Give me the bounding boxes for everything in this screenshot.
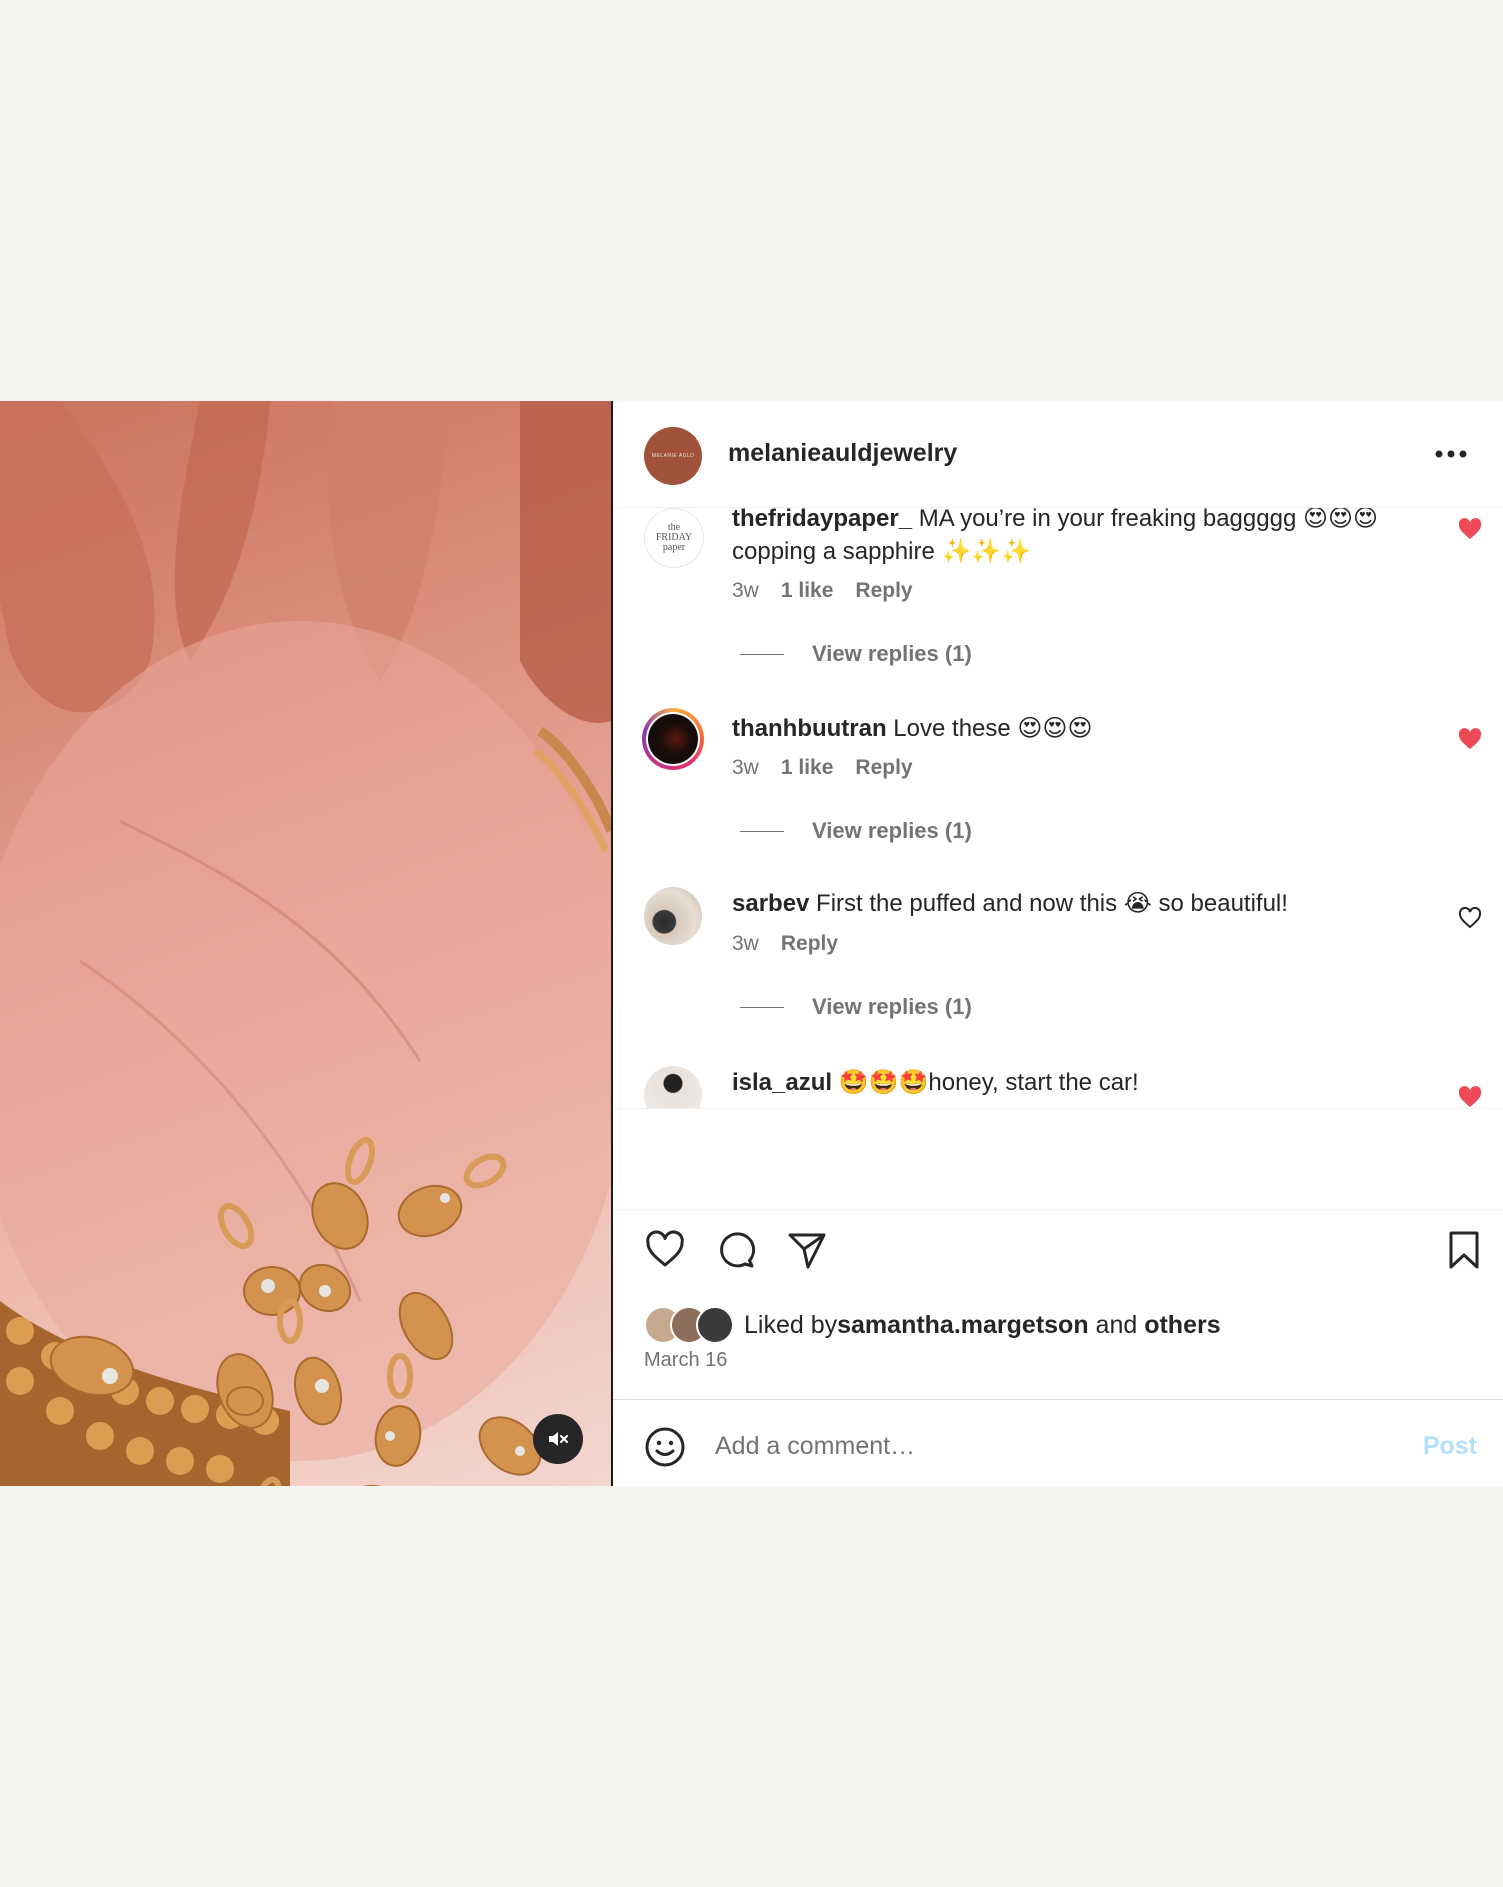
comment-text: Love these 😍😍😍 bbox=[886, 715, 1093, 742]
more-horizontal-icon bbox=[1435, 450, 1467, 458]
comment-avatar[interactable]: the FRIDAY paper bbox=[644, 508, 704, 568]
send-icon[interactable] bbox=[786, 1229, 828, 1271]
speaker-muted-icon bbox=[549, 1432, 568, 1446]
comment-reply-button[interactable]: Reply bbox=[855, 756, 912, 780]
comment-like-heart-icon[interactable] bbox=[1458, 728, 1482, 750]
comment-username[interactable]: thefridaypaper_ bbox=[732, 508, 912, 532]
comments-divider bbox=[613, 1108, 1503, 1109]
comment-text: 🤩🤩🤩honey, start the car! bbox=[832, 1069, 1139, 1096]
post-comment-button[interactable]: Post bbox=[1423, 1432, 1477, 1461]
comment-like-heart-icon[interactable] bbox=[1458, 518, 1482, 540]
view-replies-button[interactable]: View replies (1) bbox=[740, 641, 972, 667]
post-date[interactable]: March 16 bbox=[644, 1349, 727, 1372]
comment-like-heart-icon[interactable] bbox=[1458, 907, 1482, 929]
comment-avatar-story-ring[interactable] bbox=[642, 708, 704, 770]
actions-divider bbox=[613, 1209, 1503, 1210]
view-replies-label: View replies (1) bbox=[812, 994, 972, 1019]
comment-avatar[interactable] bbox=[644, 1066, 702, 1108]
comment-username[interactable]: isla_azul bbox=[732, 1069, 832, 1096]
likes-others[interactable]: others bbox=[1144, 1311, 1220, 1340]
comment-like-heart-icon[interactable] bbox=[1458, 1086, 1482, 1108]
comments-list[interactable]: the FRIDAY paper thefridaypaper_ MA you’… bbox=[613, 508, 1503, 1108]
comment-body: isla_azul 🤩🤩🤩honey, start the car! bbox=[732, 1066, 1432, 1099]
comment-body: sarbev First the puffed and now this 😭 s… bbox=[732, 887, 1432, 920]
more-options-button[interactable] bbox=[1435, 439, 1467, 459]
replies-line bbox=[740, 830, 784, 832]
comment-body: thanhbuutran Love these 😍😍😍 bbox=[732, 712, 1432, 745]
comment-meta: 3w 1 like Reply bbox=[732, 756, 913, 780]
comment-likes[interactable]: 1 like bbox=[781, 756, 834, 780]
emoji-icon[interactable] bbox=[644, 1426, 686, 1468]
view-replies-button[interactable]: View replies (1) bbox=[740, 994, 972, 1020]
mute-button[interactable] bbox=[533, 1414, 583, 1464]
replies-line bbox=[740, 653, 784, 655]
comment-likes[interactable]: 1 like bbox=[781, 579, 834, 603]
liker-avatars[interactable] bbox=[644, 1306, 734, 1344]
bookmark-icon[interactable] bbox=[1443, 1229, 1485, 1271]
comment-avatar[interactable] bbox=[644, 887, 702, 945]
post-card: MELANIE AULD melanieauldjewelry the FRID… bbox=[0, 401, 1503, 1486]
replies-line bbox=[740, 1006, 784, 1008]
hand-with-charms-image bbox=[0, 401, 611, 1486]
comment-meta: 3w Reply bbox=[732, 932, 838, 956]
author-avatar[interactable]: MELANIE AULD bbox=[644, 427, 702, 485]
comment-icon[interactable] bbox=[715, 1229, 757, 1271]
comment-body: thefridaypaper_ MA you’re in your freaki… bbox=[732, 508, 1432, 568]
comment-reply-button[interactable]: Reply bbox=[781, 932, 838, 956]
comment-time[interactable]: 3w bbox=[732, 756, 759, 780]
author-avatar-text: MELANIE AULD bbox=[651, 453, 695, 459]
view-replies-button[interactable]: View replies (1) bbox=[740, 818, 972, 844]
comment-avatar bbox=[646, 712, 700, 766]
author-username[interactable]: melanieauldjewelry bbox=[728, 439, 957, 468]
comment-text: First the puffed and now this 😭 so beaut… bbox=[809, 890, 1288, 917]
comment-username[interactable]: thanhbuutran bbox=[732, 715, 887, 742]
likes-username[interactable]: samantha.margetson bbox=[837, 1311, 1088, 1340]
comment-input[interactable] bbox=[713, 1423, 1357, 1469]
post-side-panel: MELANIE AULD melanieauldjewelry the FRID… bbox=[613, 401, 1503, 1486]
view-replies-label: View replies (1) bbox=[812, 818, 972, 843]
likes-summary: Liked by samantha.margetson and others bbox=[644, 1306, 1221, 1344]
add-comment-bar: Post bbox=[613, 1399, 1503, 1487]
likes-prefix: Liked by bbox=[744, 1310, 838, 1339]
comment-avatar-text: the FRIDAY paper bbox=[655, 522, 693, 553]
comment-avatar-photo bbox=[648, 714, 698, 764]
post-video[interactable] bbox=[0, 401, 611, 1486]
likes-middle: and bbox=[1088, 1310, 1145, 1339]
heart-icon[interactable] bbox=[644, 1229, 686, 1271]
liker-avatar bbox=[696, 1306, 734, 1344]
comment-reply-button[interactable]: Reply bbox=[855, 579, 912, 603]
comment-time[interactable]: 3w bbox=[732, 932, 759, 956]
comment-username[interactable]: sarbev bbox=[732, 890, 809, 917]
comment-time[interactable]: 3w bbox=[732, 579, 759, 603]
post-header: MELANIE AULD melanieauldjewelry bbox=[613, 401, 1503, 508]
comment-meta: 3w 1 like Reply bbox=[732, 579, 913, 603]
view-replies-label: View replies (1) bbox=[812, 641, 972, 666]
